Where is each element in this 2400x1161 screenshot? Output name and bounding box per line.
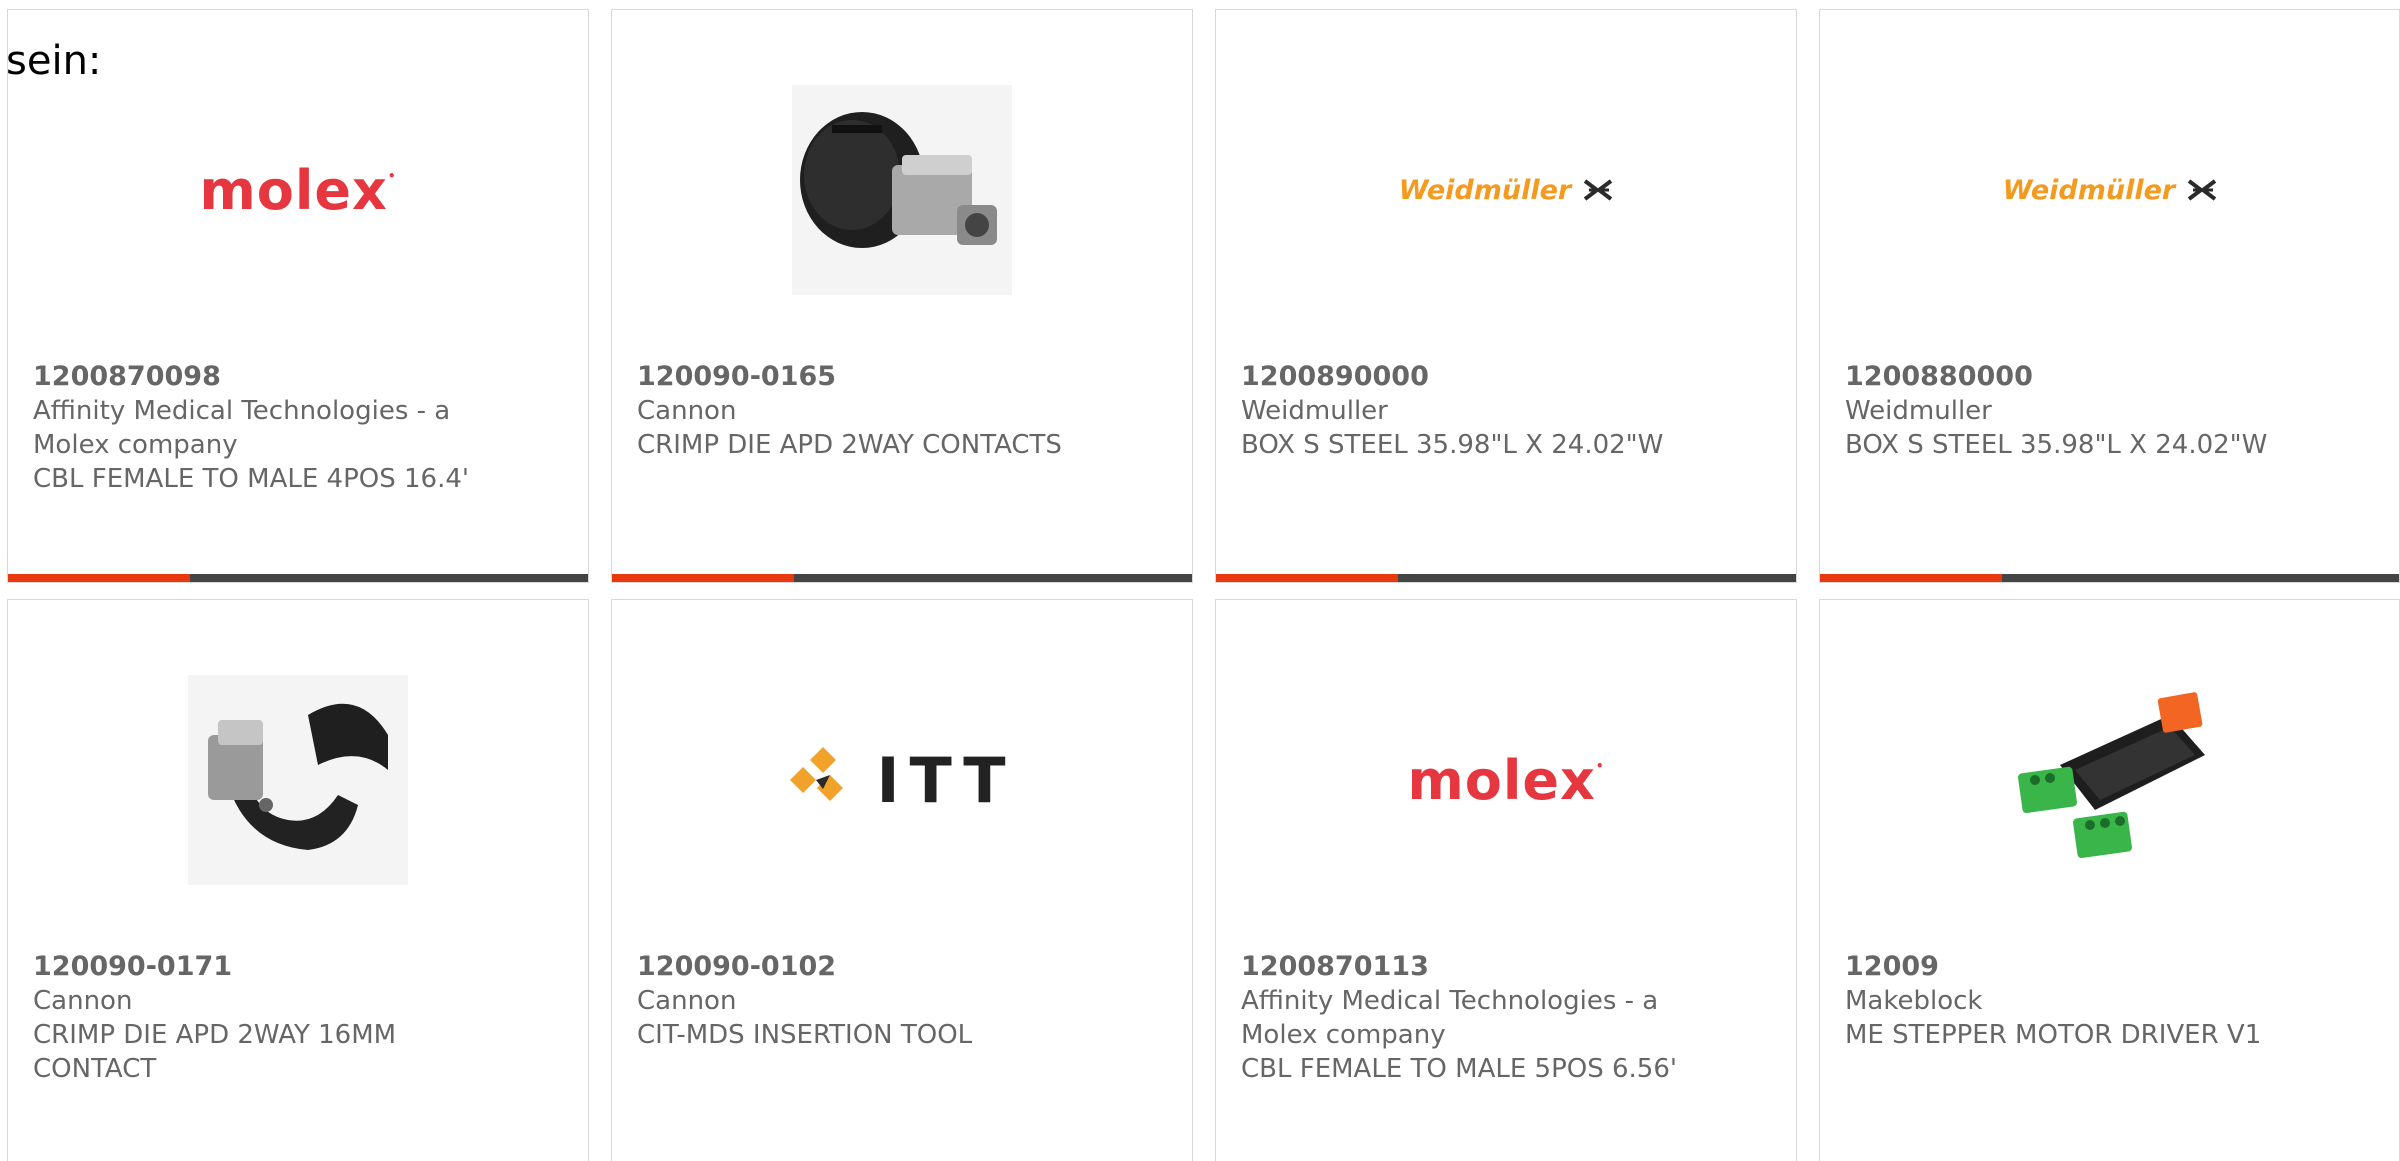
product-grid: molex• 1200870098 Affinity Medical Techn… [0, 0, 2400, 1161]
product-image: Weidmüller [1820, 70, 2399, 310]
page-label: sein: [6, 38, 102, 84]
part-number[interactable]: 120090-0165 [637, 360, 1077, 394]
product-image: molex• [1216, 660, 1796, 900]
product-image: ITT [612, 660, 1192, 900]
weidmuller-logo: Weidmüller [1399, 175, 1613, 206]
manufacturer: Weidmuller [1845, 396, 1992, 426]
description: ME STEPPER MOTOR DRIVER V1 [1845, 1020, 2262, 1050]
product-card[interactable]: 120090-0171 Cannon CRIMP DIE APD 2WAY 16… [7, 599, 589, 1161]
manufacturer: Weidmuller [1241, 396, 1388, 426]
description: BOX S STEEL 35.98"L X 24.02"W [1845, 430, 2268, 460]
product-card[interactable]: molex• 1200870098 Affinity Medical Techn… [7, 9, 589, 583]
product-image [8, 660, 588, 900]
manufacturer: Cannon [637, 396, 737, 426]
part-number[interactable]: 1200880000 [1845, 360, 2285, 394]
part-number[interactable]: 120090-0171 [33, 950, 473, 984]
manufacturer: Affinity Medical Technologies - a Molex … [33, 396, 451, 460]
part-number[interactable]: 1200890000 [1241, 360, 1681, 394]
card-accent-bar [612, 574, 794, 582]
part-number[interactable]: 12009 [1845, 950, 2285, 984]
product-image [612, 70, 1192, 310]
description: CRIMP DIE APD 2WAY 16MM CONTACT [33, 1020, 397, 1084]
card-hover-bar [1216, 574, 1796, 582]
product-card[interactable]: molex• 1200870113 Affinity Medical Techn… [1215, 599, 1797, 1161]
stepper-driver-photo [2000, 675, 2220, 885]
product-card[interactable]: 120090-0165 Cannon CRIMP DIE APD 2WAY CO… [611, 9, 1193, 583]
card-accent-bar [1216, 574, 1398, 582]
molex-logo: molex• [199, 158, 397, 222]
card-hover-bar [8, 574, 588, 582]
crimp-die-open-photo [188, 675, 408, 885]
weidmuller-logo: Weidmüller [2003, 175, 2217, 206]
crimp-die-photo [792, 85, 1012, 295]
product-image [1820, 660, 2399, 900]
manufacturer: Affinity Medical Technologies - a Molex … [1241, 986, 1659, 1050]
description: CBL FEMALE TO MALE 4POS 16.4' [33, 464, 470, 494]
product-card[interactable]: Weidmüller 1200890000 Weidmuller BOX S S… [1215, 9, 1797, 583]
card-hover-bar [612, 574, 1192, 582]
description: BOX S STEEL 35.98"L X 24.02"W [1241, 430, 1664, 460]
card-accent-bar [8, 574, 190, 582]
card-hover-bar [1820, 574, 2399, 582]
product-image: molex• [8, 70, 588, 310]
itt-logo: ITT [788, 744, 1015, 817]
manufacturer: Makeblock [1845, 986, 1983, 1016]
product-card[interactable]: 12009 Makeblock ME STEPPER MOTOR DRIVER … [1819, 599, 2400, 1161]
part-number[interactable]: 1200870098 [33, 360, 473, 394]
description: CBL FEMALE TO MALE 5POS 6.56' [1241, 1054, 1678, 1084]
part-number[interactable]: 120090-0102 [637, 950, 1077, 984]
product-grid-page: sein: molex• 1200870098 Affinity Medical… [0, 0, 2400, 1161]
description: CRIMP DIE APD 2WAY CONTACTS [637, 430, 1062, 460]
product-card[interactable]: Weidmüller 1200880000 Weidmuller BOX S S… [1819, 9, 2400, 583]
product-image: Weidmüller [1216, 70, 1796, 310]
description: CIT-MDS INSERTION TOOL [637, 1020, 973, 1050]
manufacturer: Cannon [637, 986, 737, 1016]
molex-logo: molex• [1407, 748, 1605, 812]
part-number[interactable]: 1200870113 [1241, 950, 1681, 984]
card-accent-bar [1820, 574, 2002, 582]
product-card[interactable]: ITT 120090-0102 Cannon CIT-MDS INSERTION… [611, 599, 1193, 1161]
manufacturer: Cannon [33, 986, 133, 1016]
